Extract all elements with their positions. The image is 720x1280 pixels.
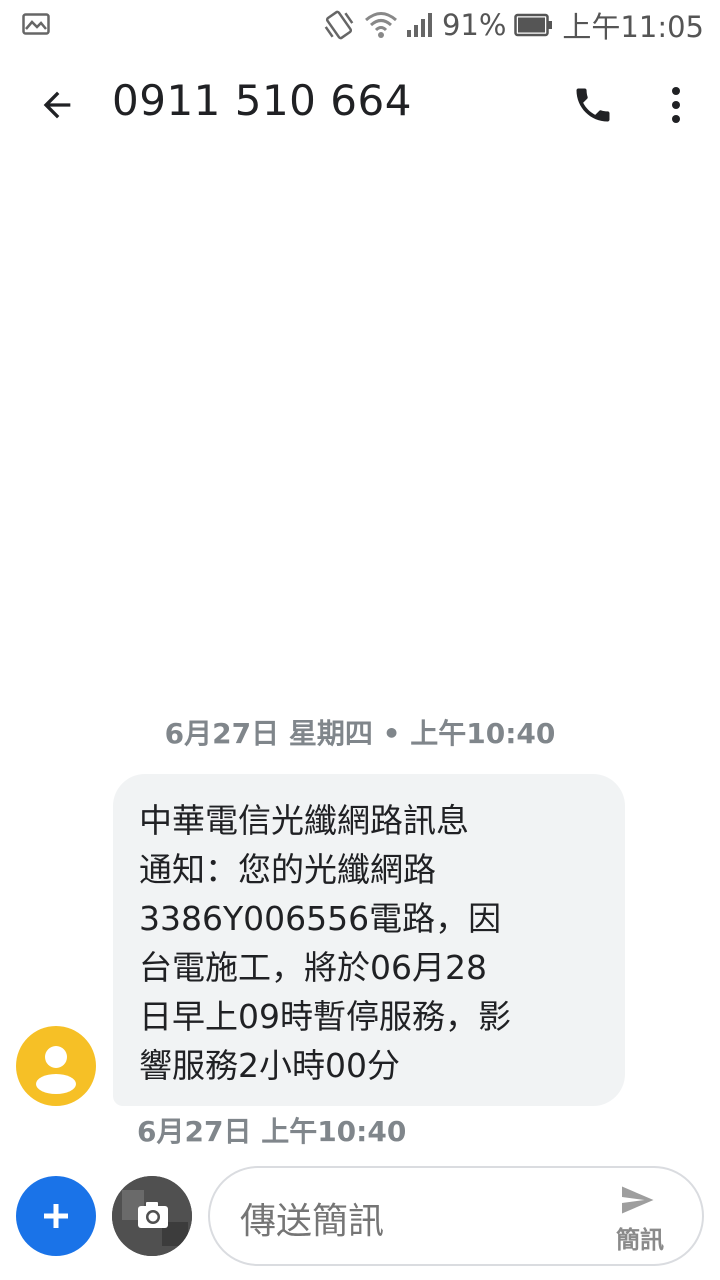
message-text: 中華電信光纖網路訊息 通知：您的光纖網路 3386Y006556電路，因 台電施…: [139, 801, 511, 1085]
toolbar: 0911 510 664: [0, 56, 720, 156]
phone-icon: [576, 88, 610, 122]
status-bar: 91% 上午11:05: [0, 0, 720, 50]
compose-message-input[interactable]: 傳送簡訊 簡訊: [208, 1166, 704, 1266]
battery-percent: 91%: [441, 8, 507, 42]
battery-icon: [514, 13, 553, 37]
vibrate-icon: [324, 10, 354, 40]
send-icon: [622, 1186, 654, 1214]
send-button[interactable]: 簡訊: [608, 1178, 672, 1258]
contact-title: 0911 510 664: [112, 76, 412, 125]
message-bubble[interactable]: 中華電信光纖網路訊息 通知：您的光纖網路 3386Y006556電路，因 台電施…: [113, 774, 625, 1106]
back-arrow-icon: [43, 91, 71, 119]
clock: 上午11:05: [562, 10, 704, 44]
contact-avatar[interactable]: [16, 1026, 96, 1106]
more-options-button[interactable]: [654, 78, 698, 132]
signal-icon: [406, 13, 432, 37]
send-label: 簡訊: [616, 1226, 664, 1254]
gallery-icon: [22, 13, 50, 35]
compose-placeholder: 傳送簡訊: [240, 1201, 385, 1242]
date-divider: 6月27日 星期四 • 上午10:40: [164, 717, 556, 750]
back-button[interactable]: [30, 78, 84, 132]
plus-icon: [44, 1204, 68, 1228]
add-attachment-button[interactable]: [16, 1176, 96, 1256]
message-timestamp: 6月27日 上午10:40: [137, 1115, 407, 1148]
person-icon: [36, 1046, 76, 1094]
wifi-icon: [364, 12, 397, 38]
call-button[interactable]: [566, 78, 620, 132]
more-vertical-icon: [672, 87, 680, 123]
camera-button[interactable]: [112, 1176, 192, 1256]
camera-icon: [112, 1176, 192, 1256]
